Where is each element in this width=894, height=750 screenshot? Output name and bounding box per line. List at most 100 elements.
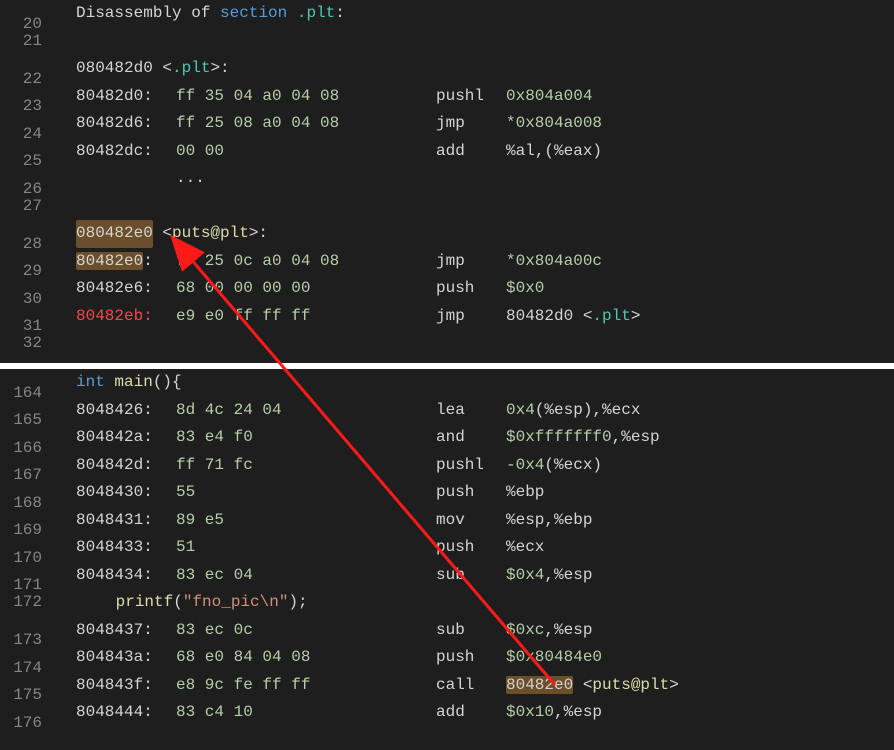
code-line[interactable]: 1688048430:55push%ebp (0, 479, 894, 507)
code-token: , (544, 566, 554, 584)
code-token: section (220, 0, 287, 28)
code-line[interactable]: 167804842d:ff 71 fcpushl-0x4(%ecx) (0, 452, 894, 480)
code-token: puts@plt (592, 676, 669, 694)
code-token: > (669, 676, 679, 694)
line-number: 25 (0, 148, 58, 176)
code-token: 080482d0 (76, 55, 162, 83)
mnemonic: pushl (436, 83, 506, 111)
address: 804843f: (76, 676, 153, 694)
mnemonic: lea (436, 397, 506, 425)
code-token: ( (544, 456, 554, 474)
operands: -0x4(%ecx) (506, 452, 602, 480)
code-token: %eax (554, 142, 592, 160)
code-token: Disassembly of (76, 0, 220, 28)
code-token: .plt (297, 0, 335, 28)
code-line[interactable]: 22080482d0 <.plt>: (0, 55, 894, 83)
instruction-bytes: 8d 4c 24 04 (176, 397, 436, 425)
code-line[interactable]: 32 (0, 330, 894, 358)
address: 8048434: (76, 566, 153, 584)
code-token: %ecx (602, 401, 640, 419)
code-line[interactable]: 172 printf("fno_pic\n"); (0, 589, 894, 617)
code-token: < (153, 220, 172, 248)
address: 804843a: (76, 648, 153, 666)
instruction-bytes: ff 25 0c a0 04 08 (176, 248, 436, 276)
operands: *0x804a008 (506, 110, 602, 138)
code-line[interactable]: 26... (0, 165, 894, 193)
code-line[interactable]: 21 (0, 28, 894, 56)
instruction-bytes: 68 00 00 00 00 (176, 275, 436, 303)
code-token: ( (173, 589, 183, 617)
code-token: ,( (535, 142, 554, 160)
address: 8048437: (76, 621, 153, 639)
line-number: 169 (0, 517, 58, 545)
code-token: %ebp (554, 511, 592, 529)
mnemonic: jmp (436, 248, 506, 276)
line-number: 166 (0, 435, 58, 463)
mnemonic: add (436, 699, 506, 727)
code-token: "fno_pic\n" (183, 589, 289, 617)
code-token (287, 0, 297, 28)
code-token: -0x4 (506, 456, 544, 474)
line-number: 167 (0, 462, 58, 490)
code-line[interactable]: 1768048444:83 c4 10add$0x10,%esp (0, 699, 894, 727)
code-token: %ebp (506, 483, 544, 501)
code-content: 80482e0:ff 25 0c a0 04 08jmp*0x804a00c (58, 248, 894, 276)
code-token: ) (592, 142, 602, 160)
code-token: (){ (153, 369, 182, 397)
code-token: %esp (564, 703, 602, 721)
code-content: 8048437:83 ec 0csub$0xc,%esp (58, 617, 894, 645)
code-token: 80482d0 (506, 307, 583, 325)
mnemonic: jmp (436, 110, 506, 138)
code-line[interactable]: 20Disassembly of section .plt: (0, 0, 894, 28)
instruction-bytes: 68 e0 84 04 08 (176, 644, 436, 672)
instruction-bytes: 83 ec 0c (176, 617, 436, 645)
code-content: int main(){ (58, 369, 894, 397)
code-content: 8048433:51push%ecx (58, 534, 894, 562)
code-line[interactable]: 1708048433:51push%ecx (0, 534, 894, 562)
code-line[interactable]: 1658048426:8d 4c 24 04lea0x4(%esp),%ecx (0, 397, 894, 425)
code-token (105, 369, 115, 397)
code-line[interactable]: 1718048434:83 ec 04sub$0x4,%esp (0, 562, 894, 590)
code-line[interactable]: 3080482e6:68 00 00 00 00push$0x0 (0, 275, 894, 303)
code-line[interactable]: 28080482e0 <puts@plt>: (0, 220, 894, 248)
instruction-bytes: e8 9c fe ff ff (176, 672, 436, 700)
code-line[interactable]: 174804843a:68 e0 84 04 08push$0x80484e0 (0, 644, 894, 672)
mnemonic: sub (436, 617, 506, 645)
code-content: 080482e0 <puts@plt>: (58, 220, 894, 248)
code-line[interactable]: 1738048437:83 ec 0csub$0xc,%esp (0, 617, 894, 645)
code-token: 0x804a004 (506, 87, 592, 105)
code-token: , (544, 621, 554, 639)
code-content: 80482eb:e9 e0 ff ff ffjmp80482d0 <.plt> (58, 303, 894, 331)
line-number: 172 (0, 589, 58, 617)
code-token: .plt (592, 307, 630, 325)
code-token: %esp (544, 401, 582, 419)
code-line[interactable]: 166804842a:83 e4 f0and$0xfffffff0,%esp (0, 424, 894, 452)
code-line[interactable]: 2980482e0:ff 25 0c a0 04 08jmp*0x804a00c (0, 248, 894, 276)
line-number: 21 (0, 28, 58, 56)
address: 80482d6: (76, 114, 153, 132)
code-line[interactable]: 3180482eb:e9 e0 ff ff ffjmp80482d0 <.plt… (0, 303, 894, 331)
code-token: , (544, 511, 554, 529)
mnemonic: push (436, 275, 506, 303)
address: 8048433: (76, 538, 153, 556)
code-content: 80482d0:ff 35 04 a0 04 08pushl0x804a004 (58, 83, 894, 111)
line-number: 176 (0, 710, 58, 738)
code-line[interactable]: 2580482dc:00 00add%al,(%eax) (0, 138, 894, 166)
code-token: >: (249, 220, 268, 248)
address: 804842a: (76, 428, 153, 446)
code-token: $0x80484e0 (506, 648, 602, 666)
code-line[interactable]: 1698048431:89 e5mov%esp,%ebp (0, 507, 894, 535)
code-line[interactable]: 175804843f:e8 9c fe ff ffcall80482e0 <pu… (0, 672, 894, 700)
address: 804842d: (76, 456, 153, 474)
code-line[interactable]: 2480482d6:ff 25 08 a0 04 08jmp*0x804a008 (0, 110, 894, 138)
code-line[interactable]: 2380482d0:ff 35 04 a0 04 08pushl0x804a00… (0, 83, 894, 111)
code-token: %ecx (506, 538, 544, 556)
operands: 80482e0 <puts@plt> (506, 672, 679, 700)
address: 80482e0 (76, 252, 143, 270)
code-token: < (573, 676, 592, 694)
code-token: %esp (506, 511, 544, 529)
code-line[interactable]: 164int main(){ (0, 369, 894, 397)
mnemonic: push (436, 644, 506, 672)
code-line[interactable]: 27 (0, 193, 894, 221)
mnemonic: push (436, 479, 506, 507)
